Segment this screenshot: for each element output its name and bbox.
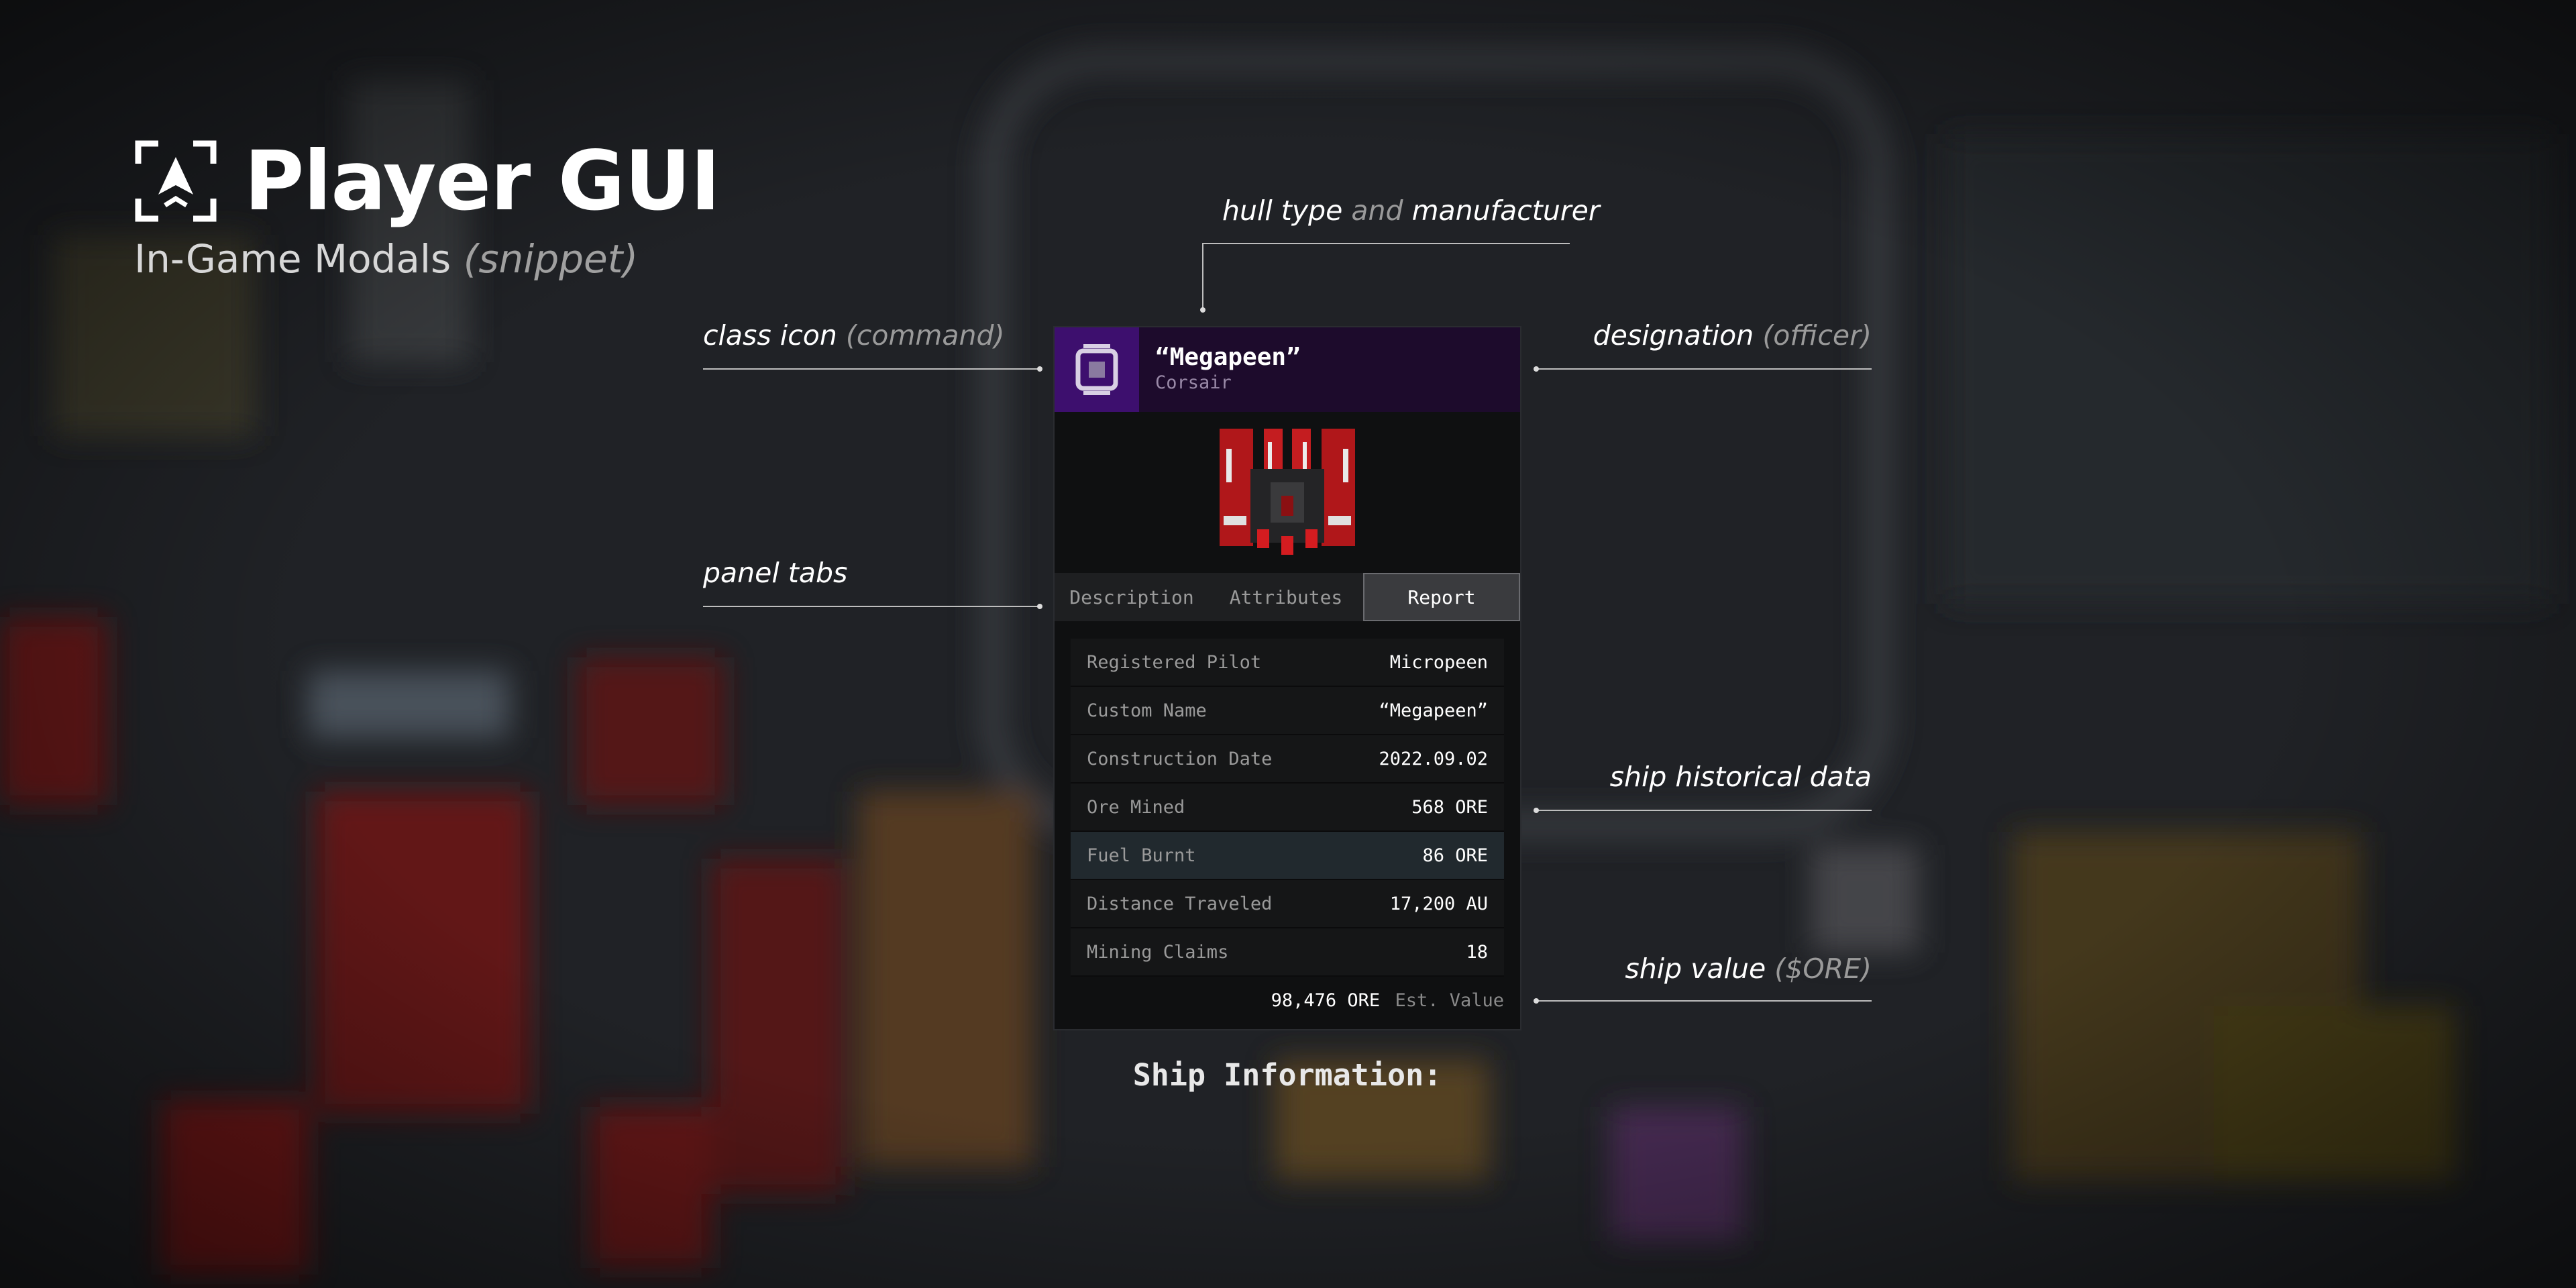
annotation-history-line xyxy=(1536,810,1872,811)
est-value-amount: 98,476 ORE xyxy=(1271,990,1381,1011)
annotation-hull-manufacturer: manufacturer xyxy=(1411,195,1600,227)
report-value: 18 xyxy=(1466,941,1488,963)
panel-header: “Megapeen” Corsair xyxy=(1055,327,1520,412)
annotation-value-dot xyxy=(1534,998,1539,1004)
report-key: Distance Traveled xyxy=(1087,893,1273,914)
annotation-hull-text: hull type xyxy=(1222,195,1343,227)
subtitle-text: In-Game Modals xyxy=(134,236,451,282)
report-key: Fuel Burnt xyxy=(1087,845,1196,866)
annotation-value-line xyxy=(1536,1000,1872,1002)
panel-tabs: Description Attributes Report xyxy=(1055,573,1520,621)
page-subtitle: In-Game Modals (snippet) xyxy=(134,236,638,282)
annotation-hull-and: and xyxy=(1351,195,1403,227)
report-key: Custom Name xyxy=(1087,700,1207,721)
annotation-tabs-dot xyxy=(1037,604,1042,609)
report-key: Mining Claims xyxy=(1087,941,1229,963)
report-value: 17,200 AU xyxy=(1389,893,1488,914)
est-value-label: Est. Value xyxy=(1395,990,1504,1011)
annotation-history-dot xyxy=(1534,808,1539,813)
report-key: Construction Date xyxy=(1087,748,1273,769)
annotation-hull-line xyxy=(1202,243,1570,244)
ship-hull: Corsair xyxy=(1155,372,1232,393)
report-value: “Megapeen” xyxy=(1379,700,1488,721)
annotation-class-text: class icon xyxy=(703,319,837,352)
annotation-class-note: (command) xyxy=(845,319,1005,352)
subtitle-note: (snippet) xyxy=(463,236,639,282)
ship-image xyxy=(1220,429,1355,555)
report-value: 568 ORE xyxy=(1411,796,1488,818)
ship-name: “Megapeen” xyxy=(1155,343,1301,371)
tab-description[interactable]: Description xyxy=(1055,573,1209,621)
class-icon xyxy=(1055,327,1139,412)
annotation-hull-dot xyxy=(1200,307,1205,313)
annotation-value-text: ship value xyxy=(1625,953,1766,985)
report-table: Registered Pilot Micropeen Custom Name “… xyxy=(1071,639,1504,977)
annotation-designation: designation (officer) xyxy=(1536,319,1872,352)
annotation-hull: hull type and manufacturer xyxy=(1222,195,1600,227)
report-row: Custom Name “Megapeen” xyxy=(1071,687,1504,735)
report-row: Registered Pilot Micropeen xyxy=(1071,639,1504,687)
report-row: Mining Claims 18 xyxy=(1071,928,1504,977)
annotation-value: ship value ($ORE) xyxy=(1536,953,1872,985)
annotation-tabs-line xyxy=(703,606,1038,607)
annotation-designation-line xyxy=(1536,368,1872,370)
page-title: Player GUI xyxy=(244,133,720,229)
report-row: Fuel Burnt 86 ORE xyxy=(1071,832,1504,880)
tab-attributes[interactable]: Attributes xyxy=(1209,573,1363,621)
report-key: Registered Pilot xyxy=(1087,651,1262,673)
expand-arrow-icon xyxy=(135,140,217,222)
annotation-history: ship historical data xyxy=(1609,761,1872,793)
ship-info-modal: “Megapeen” Corsair Description Attribute… xyxy=(1053,326,1521,1030)
command-chip-icon xyxy=(1075,344,1118,395)
report-row: Distance Traveled 17,200 AU xyxy=(1071,880,1504,928)
annotation-class-line xyxy=(703,368,1038,370)
annotation-hull-connector xyxy=(1202,243,1203,310)
report-row: Ore Mined 568 ORE xyxy=(1071,784,1504,832)
report-value: 2022.09.02 xyxy=(1379,748,1488,769)
report-key: Ore Mined xyxy=(1087,796,1185,818)
estimated-value: 98,476 ORE Est. Value xyxy=(1055,977,1520,1011)
report-value: Micropeen xyxy=(1389,651,1488,673)
annotation-value-note: ($ORE) xyxy=(1774,953,1872,985)
tab-report[interactable]: Report xyxy=(1363,573,1520,621)
report-value: 86 ORE xyxy=(1422,845,1488,866)
designation: “Megapeen” Corsair xyxy=(1139,327,1301,412)
panel-caption: Ship Information: xyxy=(1132,1057,1442,1093)
ship-sprite xyxy=(1055,412,1520,573)
annotation-designation-note: (officer) xyxy=(1762,319,1872,352)
annotation-designation-dot xyxy=(1534,366,1539,372)
report-row: Construction Date 2022.09.02 xyxy=(1071,735,1504,784)
annotation-class-icon: class icon (command) xyxy=(703,319,1005,352)
annotation-class-dot xyxy=(1037,366,1042,372)
annotation-panel-tabs: panel tabs xyxy=(703,557,848,589)
annotation-designation-text: designation xyxy=(1593,319,1754,352)
brand: Player GUI xyxy=(134,140,720,223)
